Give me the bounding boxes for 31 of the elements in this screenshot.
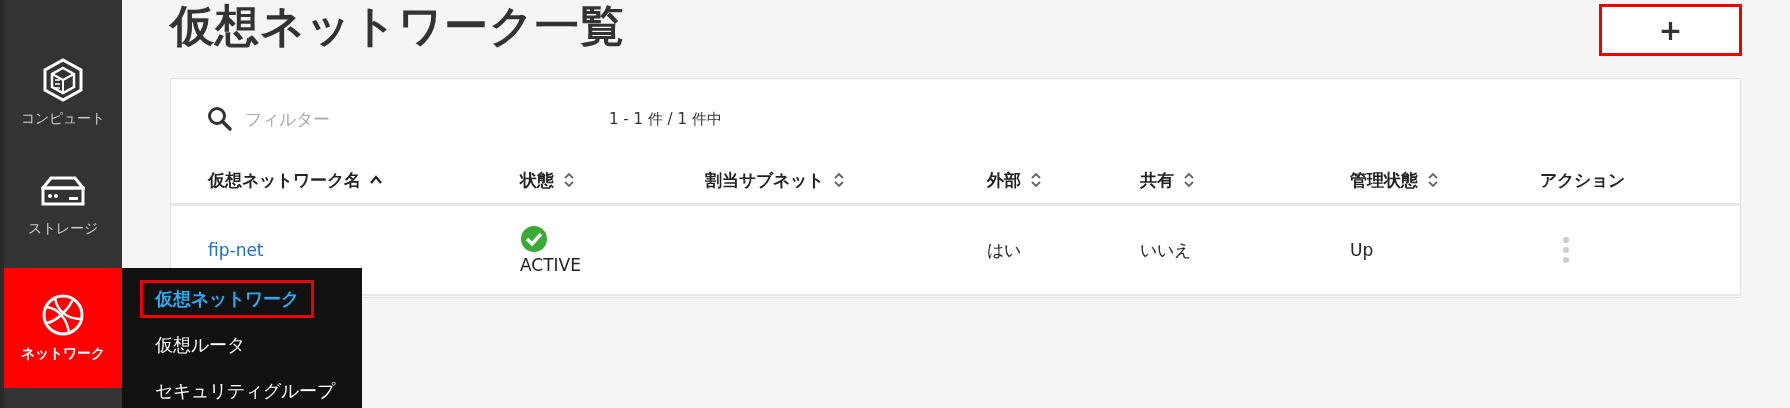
header-label: 共有 (1140, 168, 1174, 192)
add-button[interactable]: + (1599, 4, 1742, 56)
submenu-item[interactable]: セキュリティグループ (140, 372, 350, 408)
header-label: アクション (1540, 168, 1625, 192)
check-icon (520, 225, 548, 253)
sort-icon[interactable] (1182, 171, 1196, 189)
sort-icon[interactable] (1029, 171, 1043, 189)
header-label: 仮想ネットワーク名 (208, 168, 361, 192)
header-label: 管理状態 (1350, 168, 1418, 192)
sidebar-item[interactable]: ネットワーク (4, 268, 122, 388)
page-title: 仮想ネットワーク一覧 (170, 0, 625, 48)
sort-icon[interactable] (562, 171, 576, 189)
header-label: 割当サブネット (705, 168, 824, 192)
network-link[interactable]: fip-net (208, 240, 264, 260)
globe-icon (41, 293, 85, 337)
submenu-item[interactable]: 仮想ルータ (140, 326, 260, 364)
status-text: ACTIVE (520, 255, 581, 275)
submenu-item[interactable]: 仮想ネットワーク (140, 280, 314, 318)
compute-icon (41, 58, 85, 102)
table-cell: はい (987, 238, 1021, 262)
sort-icon[interactable] (1426, 171, 1440, 189)
table-cell: いいえ (1140, 238, 1191, 262)
sidebar-item[interactable]: ストレージ (4, 148, 122, 258)
sidebar-item[interactable]: コンピュート (4, 38, 122, 148)
header-label: 状態 (520, 168, 554, 192)
filter-field[interactable]: フィルター (243, 108, 547, 130)
pagination-text: 1 - 1 件 / 1 件中 (609, 109, 722, 129)
header-label: 外部 (987, 168, 1021, 192)
table-cell: Up (1350, 240, 1374, 260)
search-icon (207, 106, 233, 132)
sort-icon[interactable] (832, 171, 846, 189)
